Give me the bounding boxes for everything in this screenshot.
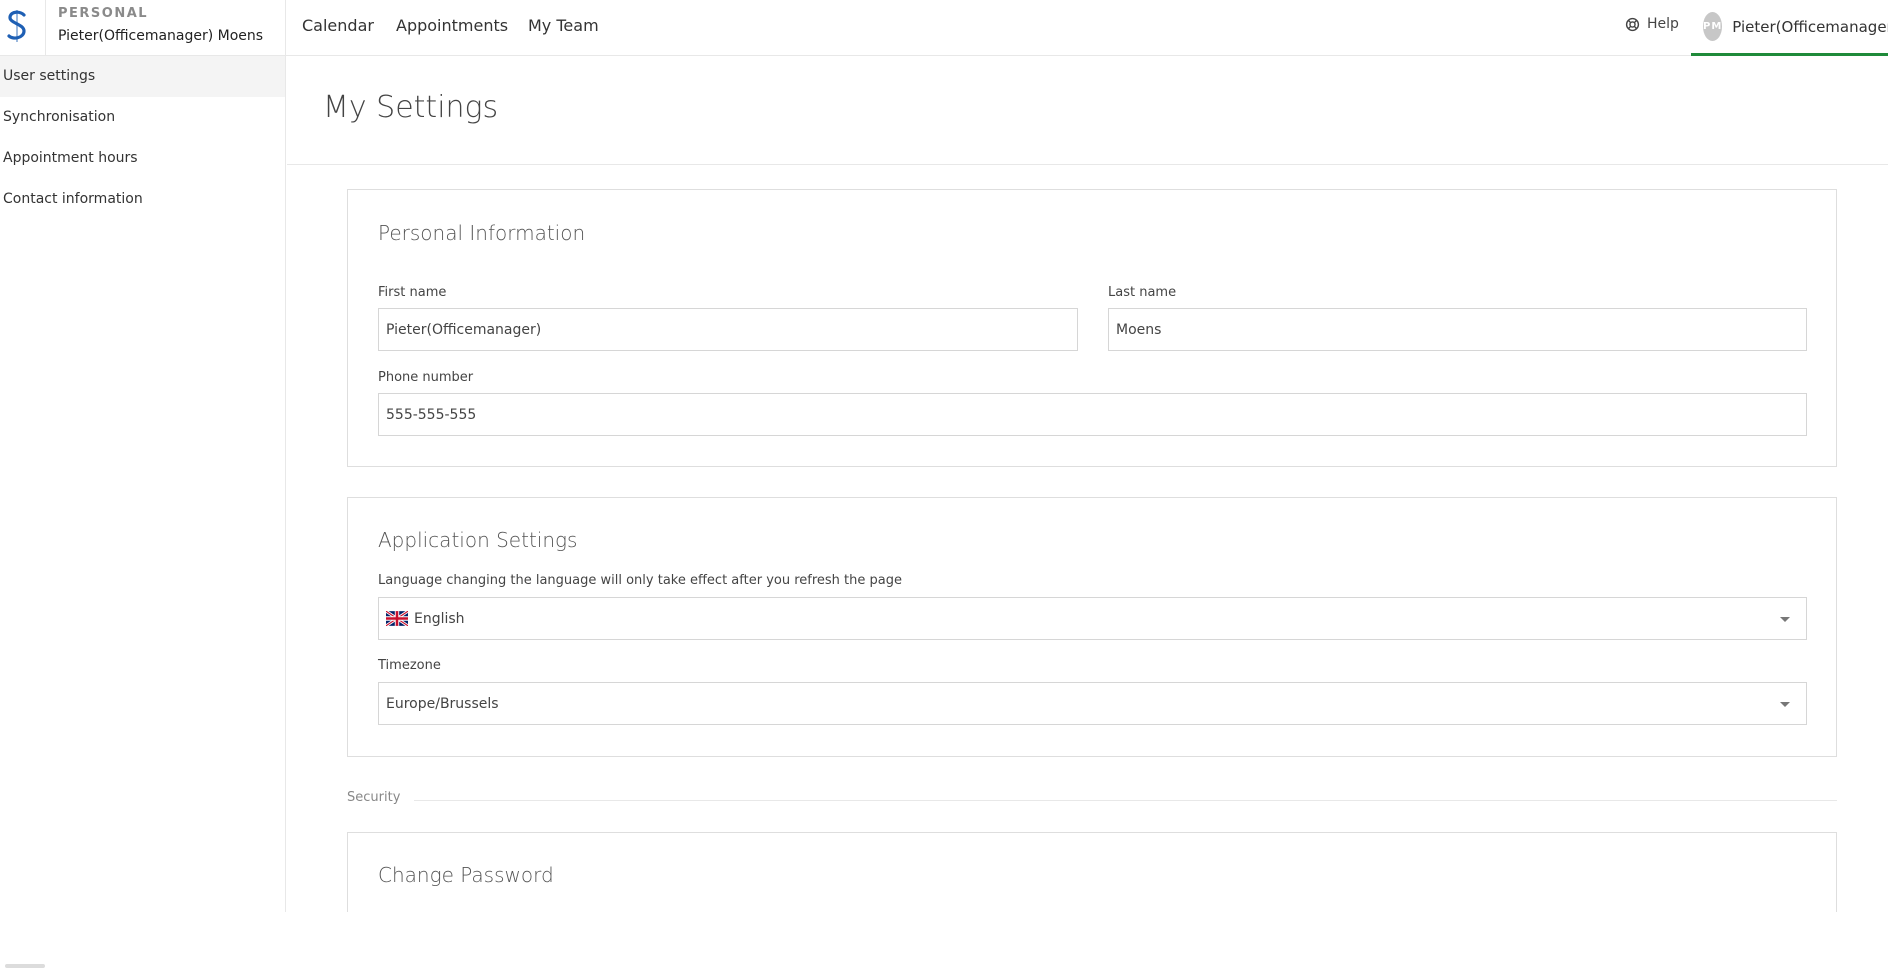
first-name-label: First name xyxy=(378,285,447,300)
application-settings-title: Application Settings xyxy=(378,528,578,552)
security-section-label: Security xyxy=(347,790,401,805)
sidebar-item-appointment-hours[interactable]: Appointment hours xyxy=(0,138,285,179)
nav-calendar[interactable]: Calendar xyxy=(302,16,374,35)
chevron-down-icon xyxy=(1780,617,1790,622)
phone-number-label: Phone number xyxy=(378,370,474,385)
avatar: PM xyxy=(1703,12,1723,41)
main-content: My Settings Personal Information First n… xyxy=(287,56,1888,912)
change-password-title: Change Password xyxy=(378,863,554,887)
sidebar-item-synchronisation[interactable]: Synchronisation xyxy=(0,97,285,138)
lifebuoy-icon xyxy=(1625,17,1640,31)
language-label: Language changing the language will only… xyxy=(378,573,902,588)
nav-my-team[interactable]: My Team xyxy=(528,16,599,35)
personal-information-title: Personal Information xyxy=(378,221,586,245)
language-value: English xyxy=(414,610,465,627)
change-password-card: Change Password xyxy=(347,832,1837,912)
security-divider xyxy=(414,800,1837,801)
brand-area: PERSONAL Pieter(Officemanager) Moens xyxy=(0,0,286,56)
help-label: Help xyxy=(1647,16,1679,32)
user-menu[interactable]: PM Pieter(Officemanager) xyxy=(1691,0,1888,56)
nav-appointments[interactable]: Appointments xyxy=(396,16,508,35)
brand-kicker: PERSONAL xyxy=(58,6,149,21)
sidebar-scroll-handle[interactable] xyxy=(5,964,45,968)
chevron-down-icon xyxy=(1780,702,1790,707)
personal-information-card: Personal Information First name Last nam… xyxy=(347,189,1837,467)
user-menu-name: Pieter(Officemanager) xyxy=(1732,17,1888,36)
timezone-label: Timezone xyxy=(378,658,441,673)
application-settings-card: Application Settings Language changing t… xyxy=(347,497,1837,757)
page-title: My Settings xyxy=(323,90,499,125)
last-name-field[interactable] xyxy=(1108,308,1807,351)
timezone-select[interactable]: Europe/Brussels xyxy=(378,682,1807,725)
s-logo-icon[interactable] xyxy=(4,9,30,43)
timezone-value: Europe/Brussels xyxy=(386,695,499,712)
phone-number-field[interactable] xyxy=(378,393,1807,436)
last-name-label: Last name xyxy=(1108,285,1177,300)
sidebar-item-user-settings[interactable]: User settings xyxy=(0,56,285,97)
language-select[interactable]: English xyxy=(378,597,1807,640)
brand-divider xyxy=(45,0,46,55)
help-link[interactable]: Help xyxy=(1625,16,1679,32)
uk-flag-icon xyxy=(386,611,408,626)
brand-user-name: Pieter(Officemanager) Moens xyxy=(58,28,264,44)
sidebar-item-contact-information[interactable]: Contact information xyxy=(0,179,285,220)
sidebar: User settings Synchronisation Appointmen… xyxy=(0,56,286,968)
first-name-field[interactable] xyxy=(378,308,1078,351)
page-header: My Settings xyxy=(287,56,1888,165)
